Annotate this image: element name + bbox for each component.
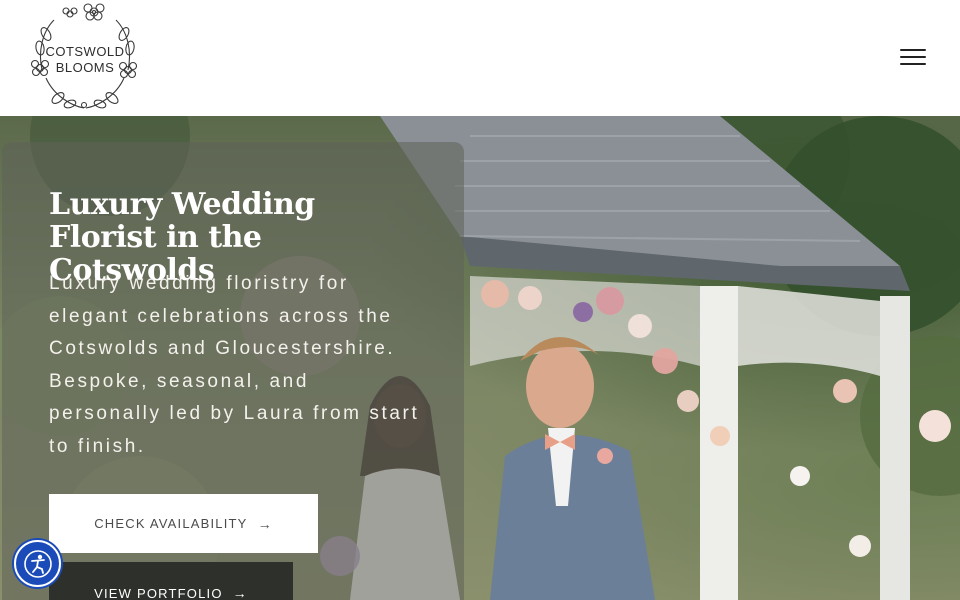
check-availability-button[interactable]: CHECK AVAILABILITY → (49, 494, 318, 553)
accessibility-person-icon (23, 549, 52, 578)
view-portfolio-button[interactable]: VIEW PORTFOLIO → (49, 562, 293, 600)
menu-bar (900, 63, 926, 65)
accessibility-icon[interactable] (14, 540, 61, 587)
site-header: COTSWOLD BLOOMS (0, 0, 960, 116)
floral-wreath-logo-icon: COTSWOLD BLOOMS (30, 3, 138, 109)
menu-bar (900, 49, 926, 51)
hamburger-menu-icon[interactable] (896, 42, 930, 72)
check-availability-label: CHECK AVAILABILITY (94, 516, 248, 531)
site-logo[interactable]: COTSWOLD BLOOMS (24, 0, 146, 114)
hero-description: Luxury wedding floristry for elegant cel… (49, 273, 420, 457)
svg-text:COTSWOLD: COTSWOLD (45, 44, 124, 59)
menu-bar (900, 56, 926, 58)
arrow-right-icon: → (232, 585, 248, 600)
svg-text:BLOOMS: BLOOMS (56, 60, 115, 75)
view-portfolio-label: VIEW PORTFOLIO (94, 586, 223, 600)
hero-section: Luxury Wedding Florist in the Cotswolds … (0, 116, 960, 600)
arrow-right-icon: → (257, 515, 273, 532)
